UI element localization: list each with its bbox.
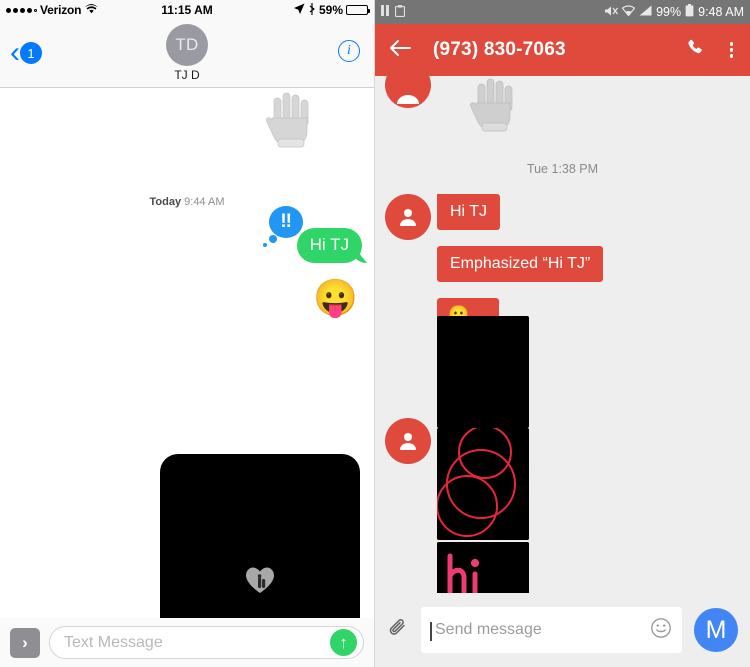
android-messages-screen: 99% 9:48 AM (973) 830-7063 Tue 1:38 PM H… xyxy=(375,0,750,667)
date-separator: Tue 1:38 PM xyxy=(526,162,599,176)
cell-signal-icon xyxy=(639,5,652,19)
message-input-field[interactable]: Text Message ↑ xyxy=(49,626,364,659)
phone-icon[interactable] xyxy=(685,38,705,63)
date-label: Today xyxy=(149,196,182,208)
ios-messages-screen: Verizon 11:15 AM 59% ‹ 1 TD TJ D i Today… xyxy=(0,0,375,667)
sender-avatar xyxy=(385,194,431,240)
message-text: Emphasized “Hi TJ” xyxy=(450,255,591,272)
image-message-handwriting[interactable] xyxy=(437,542,529,593)
digital-touch-message[interactable] xyxy=(160,454,360,618)
emoji-smiley-icon[interactable] xyxy=(650,617,672,644)
send-button[interactable]: ↑ xyxy=(330,629,357,656)
message-bubble-incoming[interactable]: Emphasized “Hi TJ” xyxy=(437,246,604,282)
image-message-drawing[interactable] xyxy=(437,428,529,540)
message-bubble-incoming[interactable]: Hi TJ xyxy=(437,194,501,230)
sender-avatar xyxy=(385,418,431,464)
message-input-placeholder: Send message xyxy=(430,621,642,641)
clipboard-icon xyxy=(394,4,406,20)
ios-nav-bar: ‹ 1 TD TJ D i xyxy=(0,20,374,88)
avatar-partial xyxy=(385,76,431,108)
time-label: 9:44 AM xyxy=(184,196,225,208)
chevron-right-icon[interactable]: › xyxy=(10,627,40,658)
emphasis-badge-icon: !! xyxy=(262,206,303,247)
emoji-message[interactable]: 😛 xyxy=(313,280,358,316)
message-text: Hi TJ xyxy=(450,203,488,220)
pause-icon xyxy=(381,5,390,19)
conversation-title: (973) 830-7063 xyxy=(433,39,566,60)
heartbeat-icon xyxy=(246,567,274,593)
dual-phone-screenshot: Verizon 11:15 AM 59% ‹ 1 TD TJ D i Today… xyxy=(0,0,750,667)
ios-status-right: 59% xyxy=(293,2,370,18)
mute-icon xyxy=(604,5,619,20)
bluetooth-icon xyxy=(308,2,316,18)
battery-percent: 99% xyxy=(656,5,682,19)
android-status-bar: 99% 9:48 AM xyxy=(375,0,750,24)
more-vertical-icon[interactable] xyxy=(727,38,737,62)
unread-badge: 1 xyxy=(20,42,42,64)
back-button[interactable]: ‹ 1 xyxy=(10,38,42,68)
ios-conversation-thread[interactable]: Today 9:44 AM Hi TJ !! 😛 xyxy=(0,88,374,618)
chevron-left-icon: ‹ xyxy=(10,36,20,69)
person-avatar-icon xyxy=(400,433,416,450)
contact-name: TJ D xyxy=(174,68,200,82)
location-arrow-icon xyxy=(293,3,305,17)
text-cursor xyxy=(430,622,432,641)
date-separator: Today 9:44 AM xyxy=(0,196,374,208)
android-status-right: 99% 9:48 AM xyxy=(604,4,744,20)
send-avatar-button[interactable]: M xyxy=(694,608,738,652)
message-input-placeholder: Text Message xyxy=(64,633,163,651)
info-circle-icon[interactable]: i xyxy=(338,40,360,62)
person-avatar-icon xyxy=(400,209,416,226)
glove-hand-image xyxy=(266,92,309,148)
message-bubble-outgoing[interactable]: Hi TJ !! xyxy=(262,206,362,263)
battery-icon xyxy=(346,5,370,15)
battery-icon xyxy=(685,4,694,20)
avatar: TD xyxy=(166,24,208,66)
message-input-field[interactable]: Send message xyxy=(421,607,682,653)
contact-header[interactable]: TD TJ D xyxy=(166,20,208,82)
battery-percent: 59% xyxy=(318,3,343,17)
glove-hand-image xyxy=(470,78,513,132)
image-message[interactable] xyxy=(437,316,529,428)
android-app-bar: (973) 830-7063 xyxy=(375,24,750,76)
message-row-outgoing[interactable]: Hi TJ !! xyxy=(262,206,362,263)
arrow-left-icon[interactable] xyxy=(389,39,411,62)
android-conversation-thread[interactable]: Tue 1:38 PM Hi TJ Emphasized “Hi TJ” 😛 1… xyxy=(375,76,750,593)
message-text: Hi TJ xyxy=(309,235,349,254)
paperclip-icon[interactable] xyxy=(387,617,409,644)
android-status-left xyxy=(381,4,406,20)
wifi-icon xyxy=(621,5,636,19)
android-input-bar[interactable]: Send message M xyxy=(375,593,750,667)
ios-input-bar[interactable]: › Text Message ↑ xyxy=(0,618,374,667)
android-clock: 9:48 AM xyxy=(698,5,744,19)
ios-status-bar: Verizon 11:15 AM 59% xyxy=(0,0,374,20)
